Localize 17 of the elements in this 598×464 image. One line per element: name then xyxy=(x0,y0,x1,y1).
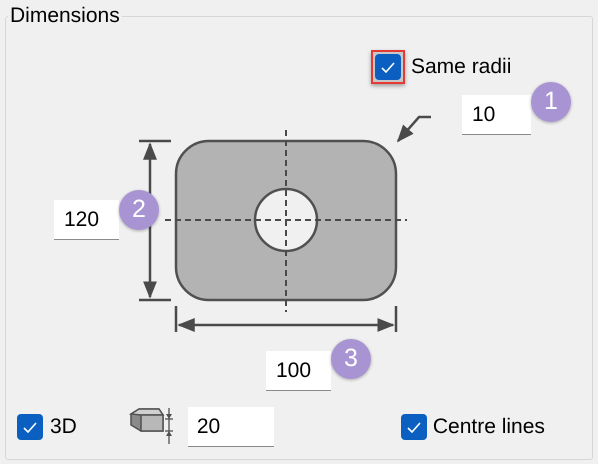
checkbox[interactable] xyxy=(400,414,427,440)
number-field[interactable]: 120 xyxy=(54,200,119,240)
number-field[interactable]: 10 xyxy=(462,95,531,135)
leader-line xyxy=(396,116,431,142)
check-icon xyxy=(381,62,395,72)
check-icon xyxy=(406,422,421,432)
callout-badge: 1 xyxy=(531,82,571,122)
checkbox-label: 3D xyxy=(50,414,77,440)
callout-badge: 2 xyxy=(119,190,159,230)
thickness-field[interactable]: 20 xyxy=(188,407,274,447)
checkbox-label: Same radii xyxy=(411,54,512,80)
check-icon xyxy=(23,422,37,432)
block-thickness-icon xyxy=(128,407,173,445)
checkbox-label: Centre lines xyxy=(432,414,545,440)
checkbox[interactable] xyxy=(17,414,43,440)
callout-badge: 3 xyxy=(331,339,371,379)
number-field[interactable]: 100 xyxy=(266,351,331,391)
